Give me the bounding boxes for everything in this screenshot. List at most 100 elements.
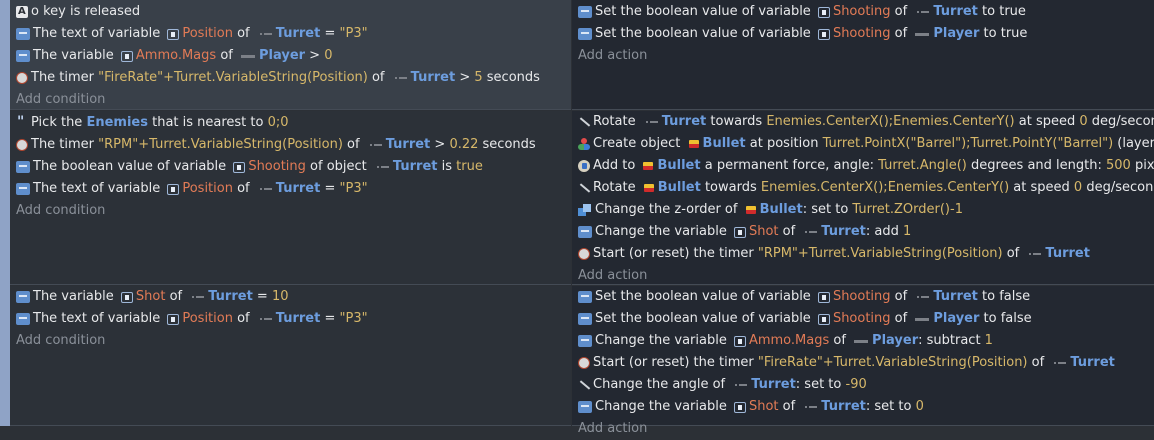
instruction-text: : subtract [918, 333, 985, 348]
condition-row[interactable]: The variable Shot of Turret = 10 [16, 286, 289, 308]
object-name: Player [933, 311, 980, 326]
expression-value: Enemies.CenterX();Enemies.CenterY() [760, 180, 1010, 195]
event-sheet-gutter [0, 0, 10, 426]
instruction-text: : add [865, 224, 903, 239]
instruction-text: key is released [38, 4, 141, 19]
event-block[interactable]: The variable Shot of Turret = 10 The text… [10, 286, 1154, 436]
instruction-text: at position [745, 136, 823, 151]
instruction-text: towards [700, 180, 761, 195]
action-row[interactable]: Start (or reset) the timer "FireRate"+Tu… [578, 352, 1115, 374]
variable-icon [578, 226, 592, 238]
instruction-text: The text of variable [33, 181, 165, 196]
action-row[interactable]: Change the angle of Turret: set to -90 [578, 374, 867, 396]
instruction-text: of [829, 333, 851, 348]
bullet-object-icon [643, 184, 654, 192]
actions-panel[interactable]: Rotate Turret towards Enemies.CenterX();… [572, 111, 1154, 285]
object-name: Bullet [759, 202, 803, 217]
add-action-link[interactable]: Add action [578, 265, 647, 287]
object-name: Turret [933, 289, 978, 304]
instruction-text: Set the boolean value of variable [595, 311, 815, 326]
zorder-icon [578, 204, 592, 216]
condition-row[interactable]: Pick the Enemies that is nearest to 0;0 [16, 111, 289, 134]
action-row[interactable]: Change the z-order of Bullet: set to Tur… [578, 199, 963, 221]
condition-row[interactable]: The text of variable Position of Turret … [16, 178, 368, 200]
condition-row[interactable]: The variable Ammo.Mags of Player > 0 [16, 45, 333, 67]
add-action-link[interactable]: Add action [578, 45, 647, 67]
instruction-text: deg/second [1091, 114, 1154, 129]
instruction-text: deg/second [1082, 180, 1154, 195]
condition-row[interactable]: The text of variable Position of Turret … [16, 23, 368, 45]
conditions-panel[interactable]: o key is releasedThe text of variable Po… [10, 0, 571, 110]
action-row[interactable]: Change the variable Ammo.Mags of Player:… [578, 330, 993, 352]
variable-type-icon [733, 226, 746, 238]
instruction-text: of [232, 181, 254, 196]
key-icon [16, 1, 28, 23]
instruction-text: of [890, 26, 912, 41]
condition-row[interactable]: The timer "RPM"+Turret.VariableString(Po… [16, 134, 536, 156]
event-block[interactable]: o key is releasedThe text of variable Po… [10, 0, 1154, 110]
instruction-text: at speed [1009, 180, 1074, 195]
instruction-text: > [305, 48, 325, 63]
action-row[interactable]: Set the boolean value of variable Shooti… [578, 286, 1030, 308]
event-block[interactable]: Pick the Enemies that is nearest to 0;0T… [10, 111, 1154, 285]
variable-name: Shooting [832, 26, 891, 41]
instruction-text: degrees and length: [966, 158, 1106, 173]
expression-value: "FireRate"+Turret.VariableString(Positio… [98, 70, 368, 85]
variable-icon [16, 183, 30, 195]
condition-row[interactable]: The boolean value of variable Shooting o… [16, 156, 483, 178]
actions-panel[interactable]: Set the boolean value of variable Shooti… [572, 0, 1154, 110]
instruction-text: > [430, 137, 450, 152]
action-row[interactable]: Set the boolean value of variable Shooti… [578, 308, 1032, 330]
object-name: Bullet [657, 158, 701, 173]
instruction-text: : set to [795, 377, 846, 392]
object-name: Turret [661, 114, 707, 129]
condition-row[interactable]: o key is released [16, 1, 140, 23]
rotate-icon [578, 116, 590, 128]
condition-row[interactable]: The text of variable Position of Turret … [16, 308, 368, 330]
action-row[interactable]: Rotate Bullet towards Enemies.CenterX();… [578, 177, 1154, 199]
instruction-text: The variable [33, 48, 118, 63]
add-condition-link[interactable]: Add condition [16, 330, 105, 352]
expression-value: true [456, 159, 483, 174]
add-condition-link[interactable]: Add condition [16, 200, 105, 222]
action-row[interactable]: Create object Bullet at position Turret.… [578, 133, 1154, 155]
action-row[interactable]: Add to Bullet a permanent force, angle: … [578, 155, 1154, 177]
condition-row[interactable]: The timer "FireRate"+Turret.VariableStri… [16, 67, 540, 89]
action-row[interactable]: Change the variable Shot of Turret: add … [578, 221, 911, 243]
variable-icon [578, 401, 592, 413]
variable-type-icon [733, 335, 746, 347]
action-row[interactable]: Set the boolean value of variable Shooti… [578, 23, 1027, 45]
action-row[interactable]: Rotate Turret towards Enemies.CenterX();… [578, 111, 1154, 133]
expression-value: Enemies.CenterX();Enemies.CenterY() [766, 114, 1015, 129]
variable-name: Shooting [248, 159, 306, 174]
variable-type-icon [167, 313, 180, 325]
variable-type-icon [817, 313, 830, 325]
force-icon [578, 160, 590, 172]
add-action-link[interactable]: Add action [578, 418, 647, 440]
variable-icon [578, 28, 592, 40]
instruction-text: : set to [802, 202, 853, 217]
actions-panel[interactable]: Set the boolean value of variable Shooti… [572, 286, 1154, 436]
variable-name: Ammo.Mags [135, 48, 217, 63]
action-row[interactable]: Start (or reset) the timer "RPM"+Turret.… [578, 243, 1090, 265]
conditions-panel[interactable]: Pick the Enemies that is nearest to 0;0T… [10, 111, 571, 285]
action-row[interactable]: Change the variable Shot of Turret: set … [578, 396, 924, 418]
variable-type-icon [233, 161, 246, 173]
variable-name: Shot [748, 399, 779, 414]
add-condition-link[interactable]: Add condition [16, 89, 105, 111]
instruction-text: of [367, 70, 389, 85]
object-name: Turret [392, 159, 438, 174]
turret-object-icon [915, 296, 930, 298]
turret-object-icon [1052, 362, 1067, 364]
variable-name: Ammo.Mags [748, 333, 830, 348]
action-row[interactable]: Set the boolean value of variable Shooti… [578, 1, 1026, 23]
variable-name: Shot [748, 224, 779, 239]
create-icon [578, 138, 590, 150]
variable-icon [578, 313, 592, 325]
variable-icon [16, 50, 30, 62]
conditions-panel[interactable]: The variable Shot of Turret = 10 The text… [10, 286, 571, 426]
expression-value: Turret.PointX("Barrel");Turret.PointY("B… [822, 136, 1114, 151]
expression-value: "P3" [339, 181, 368, 196]
variable-name: Shot [135, 289, 166, 304]
variable-icon [16, 28, 30, 40]
